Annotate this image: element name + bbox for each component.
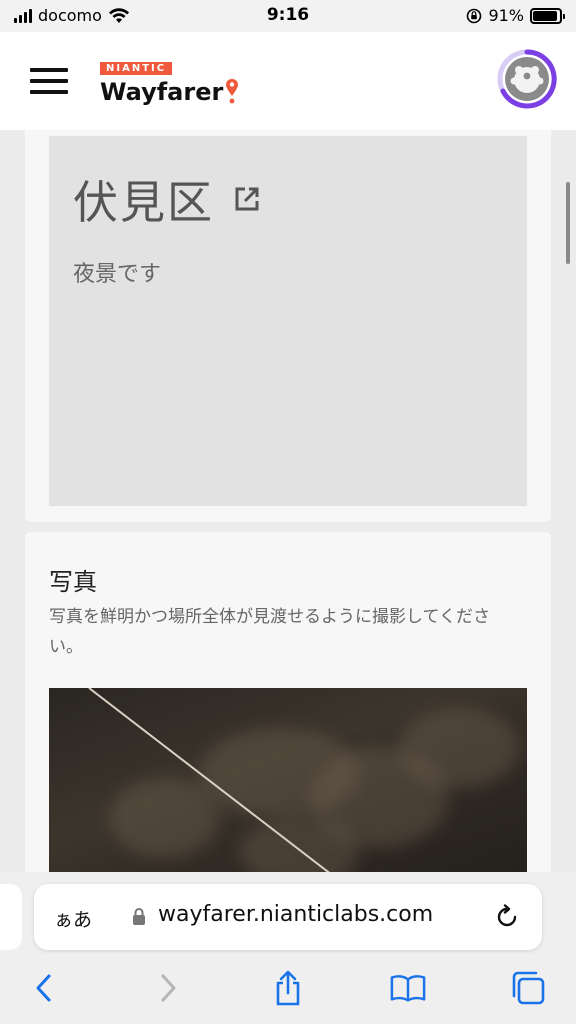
place-description: 夜景です	[73, 262, 162, 287]
photo-card: 写真 写真を鮮明かつ場所全体が見渡せるように撮影してください。	[25, 532, 551, 872]
photo-section-title: 写真	[49, 568, 97, 596]
share-button[interactable]	[270, 970, 306, 1006]
page-content[interactable]: 伏見区 夜景です 写真 写真を鮮明かつ場所全体が見渡せるように撮影してください。	[0, 130, 576, 872]
wayfarer-logo[interactable]: NIANTIC Wayfarer	[100, 56, 250, 108]
status-bar: docomo 9:16 91%	[0, 0, 576, 32]
scrollbar[interactable]	[566, 182, 570, 264]
app-header: NIANTIC Wayfarer	[0, 32, 576, 130]
menu-button[interactable]	[30, 68, 68, 94]
brand-name: Wayfarer	[100, 78, 224, 106]
place-card: 伏見区 夜景です	[25, 130, 551, 522]
battery-icon	[530, 7, 565, 24]
address-bar[interactable]: ぁあ wayfarer.nianticlabs.com	[34, 884, 542, 950]
forward-icon	[161, 974, 176, 1002]
tabs-button[interactable]	[510, 970, 546, 1006]
share-icon	[276, 970, 300, 1006]
tabs-icon	[512, 971, 545, 1005]
map-pin-icon	[226, 79, 239, 104]
forward-button[interactable]	[150, 970, 186, 1006]
bookmarks-icon	[390, 975, 426, 1002]
back-icon	[36, 974, 51, 1002]
address-bar-area: ぁあ wayfarer.nianticlabs.com	[0, 872, 576, 954]
previous-tab-preview[interactable]	[0, 884, 22, 950]
power-line	[88, 688, 330, 872]
bookmarks-button[interactable]	[390, 970, 426, 1006]
browser-toolbar	[0, 954, 576, 1024]
external-link-icon[interactable]	[232, 184, 262, 214]
text-size-button[interactable]: ぁあ	[54, 905, 92, 932]
orientation-lock-icon	[467, 8, 482, 23]
photo-section-description: 写真を鮮明かつ場所全体が見渡せるように撮影してください。	[49, 607, 490, 657]
place-title: 伏見区	[73, 176, 215, 229]
back-button[interactable]	[26, 970, 62, 1006]
url-text: wayfarer.nianticlabs.com	[158, 902, 434, 927]
night-view-photo[interactable]	[49, 688, 527, 872]
avatar[interactable]	[497, 49, 557, 109]
lock-icon	[133, 908, 145, 925]
reload-icon[interactable]	[494, 904, 520, 930]
niantic-tag: NIANTIC	[100, 62, 173, 75]
battery-percent: 91%	[488, 6, 524, 25]
